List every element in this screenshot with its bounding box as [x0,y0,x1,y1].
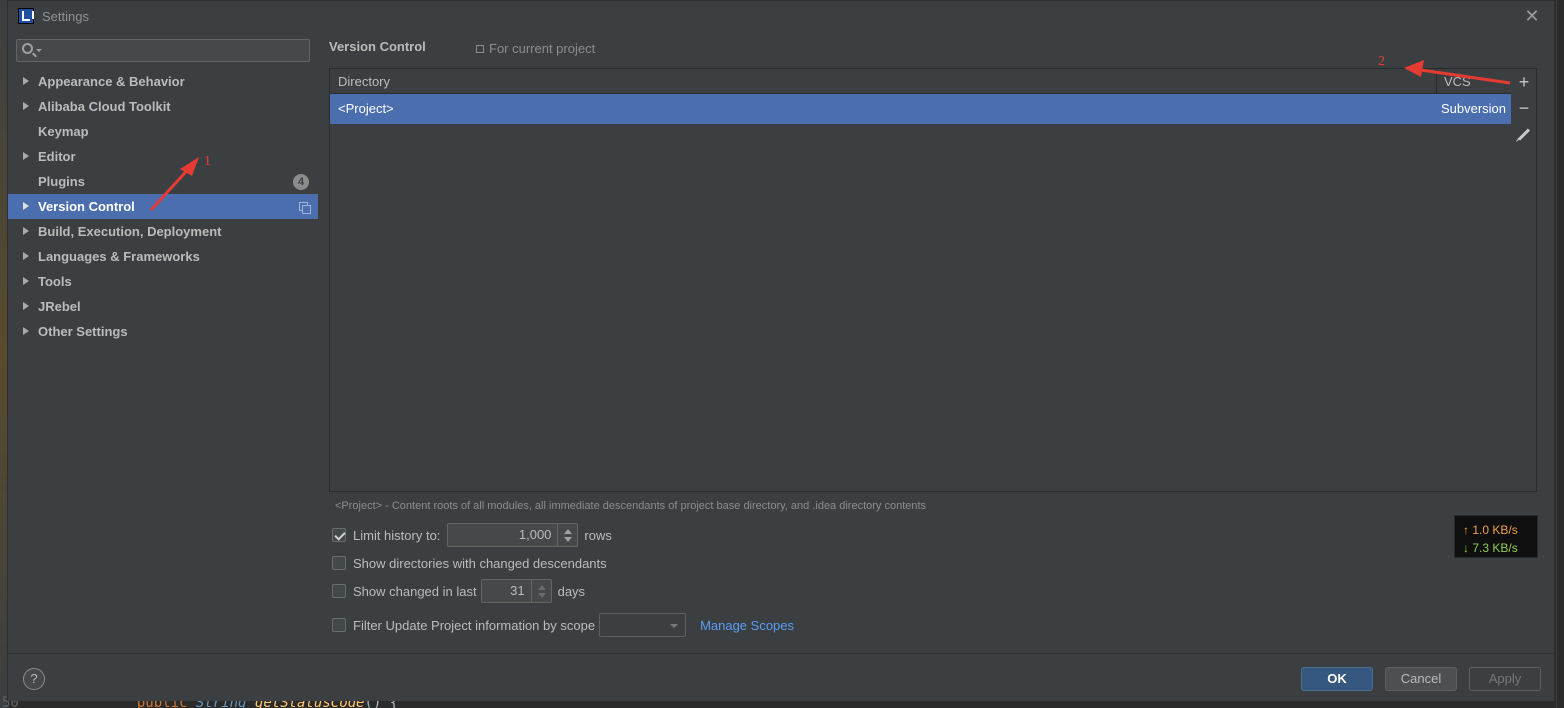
cancel-button[interactable]: Cancel [1385,667,1457,691]
remove-mapping-button[interactable]: − [1511,95,1537,121]
pencil-icon [1517,127,1531,141]
window-title: Settings [42,9,89,24]
project-scope-icon [299,202,311,214]
edit-mapping-button[interactable] [1511,121,1537,147]
stepper-arrows-icon[interactable] [530,580,551,602]
table-header: Directory VCS [330,69,1512,94]
sidebar-item-other-settings[interactable]: Other Settings [8,319,318,344]
sidebar-item-version-control[interactable]: Version Control [8,194,318,219]
intellij-app-icon [18,8,34,24]
column-header-directory[interactable]: Directory [338,74,390,89]
sidebar-item-label: Alibaba Cloud Toolkit [38,99,171,114]
search-input[interactable] [16,39,310,62]
expand-arrow-icon[interactable] [23,277,29,285]
expand-arrow-icon[interactable] [23,227,29,235]
cell-vcs: Subversion [1440,101,1506,116]
search-options-chevron-icon[interactable] [36,49,42,52]
table-row[interactable]: <Project> Subversion [330,94,1511,124]
sidebar-item-label: Languages & Frameworks [38,249,200,264]
show-changed-days-stepper[interactable]: 31 [480,579,552,603]
expand-arrow-icon[interactable] [23,252,29,260]
add-mapping-button[interactable]: + [1511,69,1537,95]
column-header-vcs[interactable]: VCS [1444,74,1471,89]
filter-update-label[interactable]: Filter Update Project information by sco… [353,618,595,633]
expand-arrow-icon[interactable] [23,202,29,210]
show-changed-last-checkbox[interactable] [332,584,346,598]
sidebar-item-tools[interactable]: Tools [8,269,318,294]
column-divider[interactable] [1436,69,1437,94]
plugins-update-badge: 4 [293,174,309,190]
expand-arrow-icon[interactable] [23,102,29,110]
show-changed-days-value: 31 [510,583,525,598]
sidebar-item-label: Appearance & Behavior [38,74,185,89]
project-hint-text: <Project> - Content roots of all modules… [335,500,927,512]
download-speed: ↓ 7.3 KB/s [1463,541,1518,555]
sidebar-item-label: Build, Execution, Deployment [38,224,222,239]
editor-right-strip [1556,0,1564,708]
sidebar-item-label: Plugins [38,174,85,189]
expand-arrow-icon[interactable] [23,77,29,85]
dialog-footer: ? OK Cancel Apply [8,653,1554,701]
limit-history-suffix: rows [584,527,612,543]
show-dirs-changed-option: Show directories with changed descendant… [332,552,607,574]
sidebar-item-keymap[interactable]: Keymap [8,119,318,144]
limit-history-checkbox[interactable] [332,528,346,542]
limit-history-value: 1,000 [518,527,552,542]
sidebar-item-appearance-behavior[interactable]: Appearance & Behavior [8,69,318,94]
editor-left-strip [0,0,7,708]
search-icon [22,43,33,54]
filter-update-option: Filter Update Project information by sco… [332,613,794,637]
sidebar-item-editor[interactable]: Editor [8,144,318,169]
sidebar-item-plugins[interactable]: Plugins 4 [8,169,318,194]
sidebar-item-jrebel[interactable]: JRebel [8,294,318,319]
expand-arrow-icon[interactable] [23,302,29,310]
scope-note: For current project [476,41,595,56]
limit-history-stepper[interactable]: 1,000 [447,523,579,547]
cell-directory: <Project> [338,101,394,116]
settings-tree: Appearance & Behavior Alibaba Cloud Tool… [8,69,318,344]
show-dirs-changed-checkbox[interactable] [332,556,346,570]
vcs-mappings-table: Directory VCS <Project> Subversion [329,68,1512,492]
expand-arrow-icon[interactable] [23,152,29,160]
sidebar-item-label: Other Settings [38,324,128,339]
table-toolbar: + − [1511,68,1537,492]
sidebar-item-label: Editor [38,149,76,164]
show-changed-last-option: Show changed in last 31 days [332,579,586,603]
show-dirs-changed-label[interactable]: Show directories with changed descendant… [353,556,607,571]
network-speed-widget: ↑ 1.0 KB/s ↓ 7.3 KB/s [1454,515,1538,558]
filter-update-checkbox[interactable] [332,618,346,632]
sidebar-item-label: Tools [38,274,72,289]
settings-sidebar: Appearance & Behavior Alibaba Cloud Tool… [8,31,318,653]
stepper-arrows-icon[interactable] [557,524,577,546]
sidebar-item-build-execution-deployment[interactable]: Build, Execution, Deployment [8,219,318,244]
annotation-label-2: 2 [1378,54,1385,69]
close-icon[interactable]: ✕ [1522,6,1542,26]
sidebar-item-label: JRebel [38,299,81,314]
apply-button[interactable]: Apply [1469,667,1541,691]
limit-history-option: Limit history to: 1,000 rows [332,523,612,547]
sidebar-item-label: Keymap [38,124,89,139]
table-empty-area[interactable] [330,124,1511,491]
project-scope-icon [476,45,484,53]
settings-dialog: Settings ✕ Appearance & Behavior Alibaba… [7,0,1555,701]
page-title: Version Control [329,39,426,54]
annotation-label-1: 1 [204,154,211,169]
show-changed-last-label[interactable]: Show changed in last [353,584,477,599]
sidebar-item-languages-frameworks[interactable]: Languages & Frameworks [8,244,318,269]
title-bar: Settings ✕ [8,1,1554,31]
help-button[interactable]: ? [23,668,45,690]
limit-history-label[interactable]: Limit history to: [353,528,440,543]
ok-button[interactable]: OK [1301,667,1373,691]
expand-arrow-icon[interactable] [23,327,29,335]
settings-content: Version Control For current project Dire… [318,31,1554,653]
manage-scopes-link[interactable]: Manage Scopes [700,618,794,633]
scope-select[interactable] [599,613,687,637]
sidebar-item-label: Version Control [38,199,135,214]
upload-speed: ↑ 1.0 KB/s [1463,523,1518,537]
sidebar-item-alibaba-cloud-toolkit[interactable]: Alibaba Cloud Toolkit [8,94,318,119]
show-changed-last-suffix: days [557,583,586,599]
scope-note-text: For current project [489,41,596,56]
